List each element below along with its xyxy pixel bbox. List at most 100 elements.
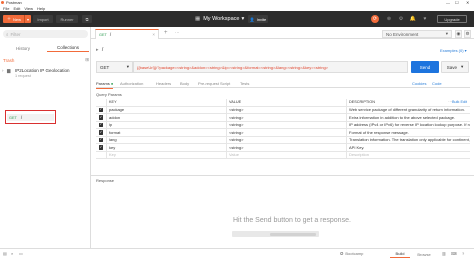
param-key[interactable]: format xyxy=(106,129,226,136)
new-description-input[interactable]: Description xyxy=(346,151,470,158)
checkbox[interactable]: ✓ xyxy=(98,137,104,142)
chevron-down-icon: ▾ xyxy=(241,16,245,22)
close-icon[interactable]: × xyxy=(152,32,155,37)
new-collection-icon[interactable]: ⊞ xyxy=(85,57,89,63)
import-button[interactable]: Import xyxy=(33,15,53,23)
filter-placeholder: Filter xyxy=(10,31,21,37)
build-tab[interactable]: Build xyxy=(390,251,410,258)
param-description[interactable]: Translation information. The translation… xyxy=(346,136,470,143)
eye-icon[interactable]: ◉ xyxy=(455,30,462,38)
tab-pre-request-script[interactable]: Pre-request Script xyxy=(198,81,230,86)
help-icon[interactable]: ? xyxy=(462,251,464,256)
param-key[interactable]: lang xyxy=(106,136,226,143)
checkbox[interactable]: ✓ xyxy=(98,130,104,135)
param-value[interactable]: <string> xyxy=(226,136,346,143)
cookies-link[interactable]: Cookies xyxy=(412,81,426,86)
tab-body[interactable]: Body xyxy=(180,81,189,86)
tab-params-label: Params xyxy=(96,81,110,86)
satellite-icon[interactable]: ⊛ xyxy=(385,15,393,23)
sidebar-toggle-icon[interactable]: ▤ xyxy=(3,251,7,256)
send-label: Send xyxy=(419,64,431,70)
postman-logo-icon xyxy=(1,1,4,4)
checkbox[interactable]: ✓ xyxy=(98,145,104,150)
params-table: KEY VALUE DESCRIPTION ··· Bulk Edit ✓ pa… xyxy=(96,99,470,159)
trash-label[interactable]: Trash xyxy=(3,58,14,63)
table-row: ✓ lang <string> Translation information.… xyxy=(96,136,470,144)
column-key: KEY xyxy=(106,99,226,106)
param-key[interactable]: addon xyxy=(106,114,226,121)
param-description[interactable]: Extra information in addition to the abo… xyxy=(346,114,470,121)
tab-params[interactable]: Params ● xyxy=(96,81,114,89)
new-value-input[interactable]: Value xyxy=(226,151,346,158)
bootcamp-link[interactable]: ✪ Bootcamp xyxy=(340,251,363,256)
param-key[interactable]: ip xyxy=(106,121,226,128)
param-value[interactable]: <string> xyxy=(226,121,346,128)
chevron-down-icon: ▾ xyxy=(445,31,448,36)
request-tabs-bar: GET / × + ··· No Environment ▾ ◉ ⚙ xyxy=(91,27,474,39)
param-value[interactable]: <string> xyxy=(226,144,346,151)
heart-icon[interactable]: ♥ xyxy=(421,15,429,23)
tab-authorization[interactable]: Authorization xyxy=(120,81,143,86)
checkbox[interactable]: ✓ xyxy=(98,107,104,112)
upgrade-button[interactable]: Upgrade xyxy=(437,15,467,23)
request-method: GET xyxy=(9,115,17,120)
gear-icon[interactable]: ⚙ xyxy=(464,30,471,38)
param-value[interactable]: <string> xyxy=(226,129,346,136)
invite-button[interactable]: 👤 Invite xyxy=(248,15,268,23)
param-key[interactable]: package xyxy=(106,106,226,113)
sync-icon[interactable]: ⟳ xyxy=(371,15,379,23)
console-icon[interactable]: ▭ xyxy=(19,251,23,256)
response-hint: Hit the Send button to get a response. xyxy=(233,217,351,224)
new-button-label: New xyxy=(13,16,22,22)
param-key[interactable]: key xyxy=(106,144,226,151)
tab-request[interactable]: GET / × xyxy=(95,29,159,39)
param-value[interactable]: <string> xyxy=(226,114,346,121)
checkbox[interactable]: ✓ xyxy=(98,122,104,127)
response-divider[interactable] xyxy=(91,175,474,176)
param-value[interactable]: <string> xyxy=(226,106,346,113)
chevron-right-icon[interactable]: ▸ xyxy=(96,47,99,53)
menu-file[interactable]: File xyxy=(3,6,9,11)
param-description[interactable]: IP address (IPv4 or IPv6) for reverse IP… xyxy=(346,121,470,128)
menu-help[interactable]: Help xyxy=(37,6,45,11)
menu-edit[interactable]: Edit xyxy=(13,6,20,11)
new-window-icon[interactable]: ⧉ xyxy=(82,15,92,23)
tab-history[interactable]: History xyxy=(2,44,44,52)
layout-icon[interactable]: ▥ xyxy=(442,251,446,256)
user-plus-icon: 👤 xyxy=(249,16,255,22)
new-key-input[interactable]: Key xyxy=(106,151,226,158)
add-tab-button[interactable]: + xyxy=(164,30,168,36)
settings-icon[interactable]: ⚙ xyxy=(397,15,405,23)
param-description[interactable]: API Key. xyxy=(346,144,470,151)
runner-button[interactable]: Runner xyxy=(56,15,78,23)
new-button[interactable]: ＋ New ▾ xyxy=(3,15,31,23)
request-item[interactable]: GET / xyxy=(7,114,54,121)
tab-tests[interactable]: Tests xyxy=(240,81,249,86)
collection-item[interactable]: › ▆ IP2Location IP Geolocation 1 request xyxy=(0,67,91,81)
request-item-highlight[interactable]: GET / xyxy=(5,110,56,124)
browse-tab[interactable]: Browse xyxy=(414,251,434,258)
send-button[interactable]: Send xyxy=(411,61,439,73)
keyboard-icon[interactable]: ⌨ xyxy=(451,251,457,256)
tab-headers[interactable]: Headers xyxy=(156,81,171,86)
workspace-switcher[interactable]: ▦ My Workspace ▾ xyxy=(195,15,244,23)
more-tabs-icon[interactable]: ··· xyxy=(175,30,180,35)
tab-name: / xyxy=(109,32,112,37)
notifications-icon[interactable]: 🔔 xyxy=(409,15,417,23)
menu-view[interactable]: View xyxy=(24,6,33,11)
method-select[interactable]: GET ▾ xyxy=(96,61,133,73)
search-icon[interactable]: ⌕ xyxy=(11,251,13,256)
tab-collections[interactable]: Collections xyxy=(47,44,89,52)
param-description[interactable]: Web service package of different granula… xyxy=(346,106,470,113)
filter-input[interactable]: ⌕ Filter xyxy=(3,30,88,38)
examples-dropdown[interactable]: Examples (0) ▾ xyxy=(440,48,467,53)
response-label: Response xyxy=(96,178,115,183)
save-button[interactable]: Save ▾ xyxy=(441,61,469,73)
chevron-down-icon[interactable]: ▾ xyxy=(24,15,31,23)
code-link[interactable]: Code xyxy=(432,81,442,86)
bulk-edit-link[interactable]: Bulk Edit xyxy=(452,100,467,104)
checkbox[interactable]: ✓ xyxy=(98,115,104,120)
param-description[interactable]: Format of the response message. xyxy=(346,129,470,136)
environment-select[interactable]: No Environment ▾ xyxy=(382,30,452,38)
url-input[interactable]: {{baseUrl}}/?package=<string>&addon=<str… xyxy=(133,61,408,73)
